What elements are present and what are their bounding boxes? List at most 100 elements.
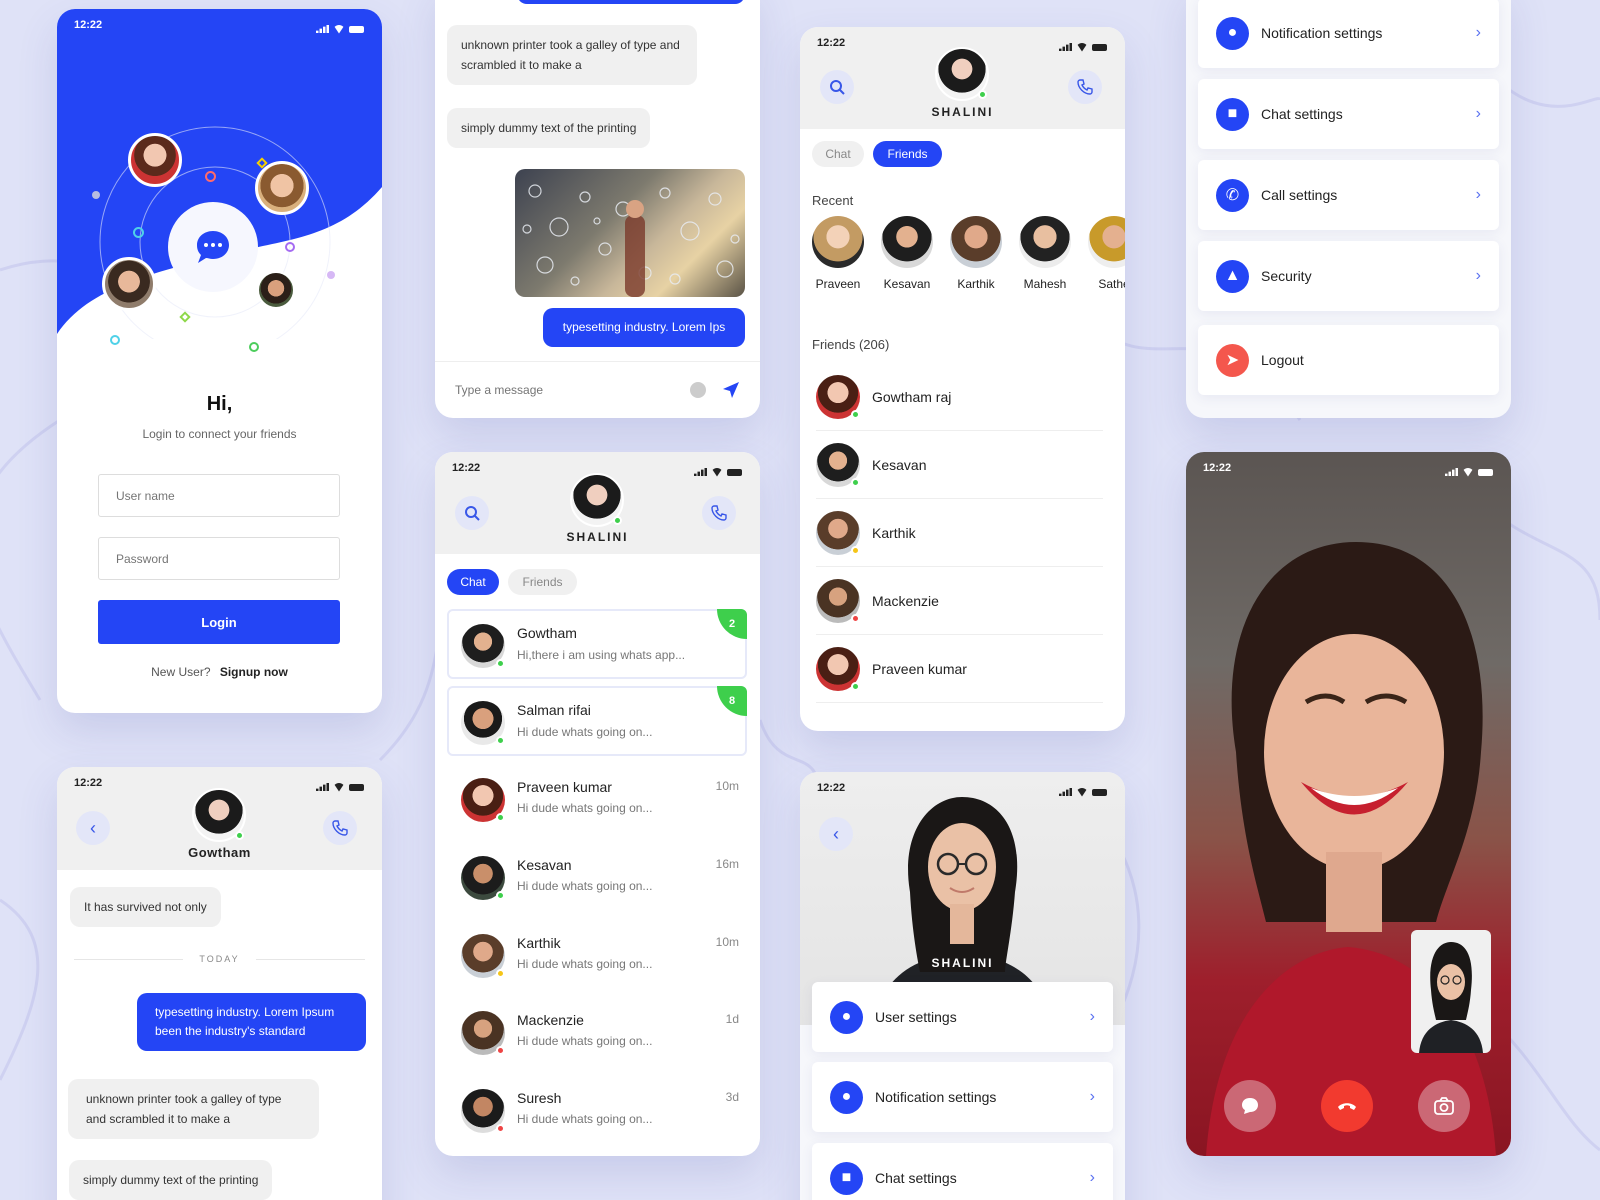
wifi-icon (1076, 42, 1088, 52)
search-button[interactable] (455, 496, 489, 530)
status-dot (496, 1046, 505, 1055)
chat-list-item[interactable]: Salman rifai Hi dude whats going on... 8 (447, 686, 747, 756)
friend-row[interactable]: Gowtham raj (816, 363, 1103, 431)
user-settings-item[interactable]: ● User settings › (812, 982, 1113, 1052)
search-button[interactable] (820, 70, 854, 104)
self-preview[interactable] (1411, 930, 1491, 1053)
conversation-screen: 12:22 ‹ Gowtham It has survived not only… (57, 767, 382, 1200)
tab-friends[interactable]: Friends (873, 141, 942, 167)
chevron-right-icon: › (1475, 105, 1481, 122)
chat-list-item[interactable]: Karthik Hi dude whats going on... 10m (447, 921, 747, 991)
profile-avatar[interactable] (935, 47, 989, 101)
avatar (461, 934, 505, 978)
chat-list-item[interactable]: Suresh Hi dude whats going on... 3d (447, 1076, 747, 1146)
status-time: 12:22 (74, 777, 103, 789)
deco-ring-2 (133, 227, 144, 238)
friend-row[interactable]: Mackenzie (816, 567, 1103, 635)
status-time: 12:22 (817, 782, 846, 794)
unread-badge: 8 (717, 686, 747, 716)
status-bar: 12:22 (57, 9, 382, 39)
call-button[interactable] (323, 811, 357, 845)
security-item[interactable]: ▲ Security › (1198, 241, 1499, 311)
chat-settings-item[interactable]: ■ Chat settings › (812, 1143, 1113, 1200)
status-dot (496, 891, 505, 900)
friend-row[interactable]: Praveen kumar (816, 635, 1103, 703)
chat-settings-item[interactable]: ■ Chat settings › (1198, 79, 1499, 149)
avatar (816, 646, 860, 691)
chat-name: Karthik (517, 935, 561, 951)
message-call-button[interactable] (1224, 1080, 1276, 1132)
profile-avatar[interactable] (570, 473, 624, 527)
avatar (950, 216, 1002, 268)
smiley-icon[interactable] (690, 382, 706, 398)
friends-list: Gowtham raj Kesavan Karthik Mackenzie Pr… (816, 363, 1103, 703)
message-input[interactable] (455, 383, 690, 397)
setting-label: Chat settings (1261, 106, 1343, 122)
friend-row[interactable]: Karthik (816, 499, 1103, 567)
contact-avatar[interactable] (192, 788, 246, 842)
chevron-right-icon: › (1475, 24, 1481, 41)
recent-contact[interactable]: Kesavan (881, 216, 933, 291)
profile-name: SHALINI (931, 956, 994, 970)
signal-icon (1059, 43, 1072, 51)
chat-name: Suresh (517, 1090, 562, 1106)
status-time: 12:22 (452, 462, 481, 474)
signup-link[interactable]: Signup now (220, 665, 288, 679)
chat-list-item[interactable]: Gowtham Hi,there i am using whats app...… (447, 609, 747, 679)
tab-chat[interactable]: Chat (447, 569, 499, 595)
back-button[interactable]: ‹ (819, 817, 853, 851)
status-icons (316, 777, 364, 797)
avatar (461, 778, 505, 822)
friends-count-label: Friends (206) (812, 337, 890, 352)
battery-icon (1092, 788, 1107, 796)
chat-list-item[interactable]: Kesavan Hi dude whats going on... 16m (447, 843, 747, 913)
tab-friends[interactable]: Friends (508, 569, 577, 595)
chat-list-item[interactable]: Mackenzie Hi dude whats going on... 1d (447, 998, 747, 1068)
status-bar: 12:22 (1186, 452, 1511, 482)
notification-settings-item[interactable]: ● Notification settings › (1198, 0, 1499, 68)
recent-label: Recent (812, 193, 854, 208)
chat-list-item[interactable]: Praveen kumar Hi dude whats going on... … (447, 765, 747, 835)
shared-photo (515, 169, 745, 297)
notification-settings-item[interactable]: ● Notification settings › (812, 1062, 1113, 1132)
recent-contact[interactable]: Sathe (1088, 216, 1125, 291)
chevron-right-icon: › (1089, 1169, 1095, 1186)
chat-preview: Hi dude whats going on... (517, 1112, 653, 1126)
battery-icon (349, 25, 364, 33)
signal-icon (1059, 788, 1072, 796)
send-icon[interactable] (722, 381, 740, 399)
logout-item[interactable]: ➤ Logout (1198, 325, 1499, 395)
call-button[interactable] (1068, 70, 1102, 104)
end-call-button[interactable] (1321, 1080, 1373, 1132)
friend-name: Mackenzie (872, 592, 939, 609)
deco-ring-3 (285, 242, 295, 252)
status-dot (496, 736, 505, 745)
chat-icon: ■ (1216, 97, 1249, 131)
recent-contact[interactable]: Mahesh (1019, 216, 1071, 291)
phone-icon: ✆ (1216, 178, 1249, 212)
recent-contact[interactable]: Praveen (812, 216, 864, 291)
chat-name: Gowtham (517, 625, 577, 641)
friend-row[interactable]: Kesavan (816, 431, 1103, 499)
password-input[interactable] (98, 537, 340, 580)
chevron-left-icon: ‹ (833, 823, 839, 844)
recent-name: Mahesh (1023, 277, 1067, 291)
app-logo (168, 202, 258, 292)
back-button[interactable]: ‹ (76, 811, 110, 845)
call-button[interactable] (702, 496, 736, 530)
login-screen: 12:22 Hi, Login to connect your friends … (57, 9, 382, 713)
login-button[interactable]: Login (98, 600, 340, 644)
username-input[interactable] (98, 474, 340, 517)
call-settings-item[interactable]: ✆ Call settings › (1198, 160, 1499, 230)
divider-line (255, 958, 365, 960)
recent-contact[interactable]: Karthik (950, 216, 1002, 291)
chat-name: Praveen kumar (517, 779, 612, 795)
tab-chat[interactable]: Chat (812, 141, 864, 167)
chat-icon: ■ (830, 1161, 863, 1195)
avatar (816, 374, 860, 419)
chat-time: 1d (725, 1012, 739, 1026)
status-dot (851, 409, 860, 419)
status-dot (851, 681, 860, 691)
self-portrait (1419, 942, 1483, 1053)
switch-camera-button[interactable] (1418, 1080, 1470, 1132)
